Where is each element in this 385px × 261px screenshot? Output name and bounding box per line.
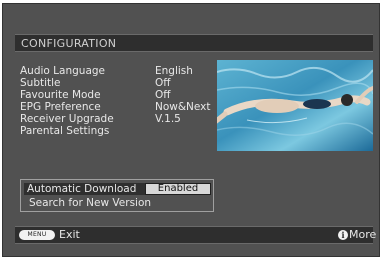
automatic-download-value[interactable]: Enabled [145, 183, 211, 195]
footer-bar: MENU Exit i More [15, 226, 377, 244]
setting-parental-settings[interactable]: Parental Settings [20, 125, 220, 137]
setting-value: Now&Next [155, 101, 211, 113]
setting-subtitle[interactable]: Subtitle Off [20, 77, 220, 89]
setting-value: English [155, 65, 193, 77]
search-new-version-item[interactable]: Search for New Version [29, 197, 151, 209]
more-label: More [349, 228, 377, 241]
menu-button-icon[interactable]: MENU [19, 230, 55, 240]
info-icon[interactable]: i [338, 230, 348, 240]
setting-label: Subtitle [20, 77, 61, 89]
configuration-screen: CONFIGURATION Audio Language English Sub… [2, 3, 380, 257]
setting-value: V.1.5 [155, 113, 181, 125]
automatic-download-label: Automatic Download [27, 183, 137, 195]
automatic-download-row[interactable]: Automatic Download Enabled [24, 183, 211, 195]
setting-label: Favourite Mode [20, 89, 101, 101]
setting-label: Audio Language [20, 65, 105, 77]
setting-value: Off [155, 89, 171, 101]
page-title: CONFIGURATION [21, 37, 117, 50]
setting-label: EPG Preference [20, 101, 101, 113]
setting-label: Receiver Upgrade [20, 113, 114, 125]
video-preview [217, 60, 373, 151]
setting-favourite-mode[interactable]: Favourite Mode Off [20, 89, 220, 101]
setting-value: Off [155, 77, 171, 89]
upgrade-options-box: Automatic Download Enabled Search for Ne… [20, 179, 214, 212]
setting-epg-preference[interactable]: EPG Preference Now&Next [20, 101, 220, 113]
swimmer-preview-image [217, 60, 373, 151]
setting-receiver-upgrade[interactable]: Receiver Upgrade V.1.5 [20, 113, 220, 125]
exit-label: Exit [59, 228, 80, 241]
settings-list: Audio Language English Subtitle Off Favo… [20, 65, 220, 137]
setting-audio-language[interactable]: Audio Language English [20, 65, 220, 77]
title-bar: CONFIGURATION [15, 34, 373, 52]
setting-label: Parental Settings [20, 125, 110, 137]
